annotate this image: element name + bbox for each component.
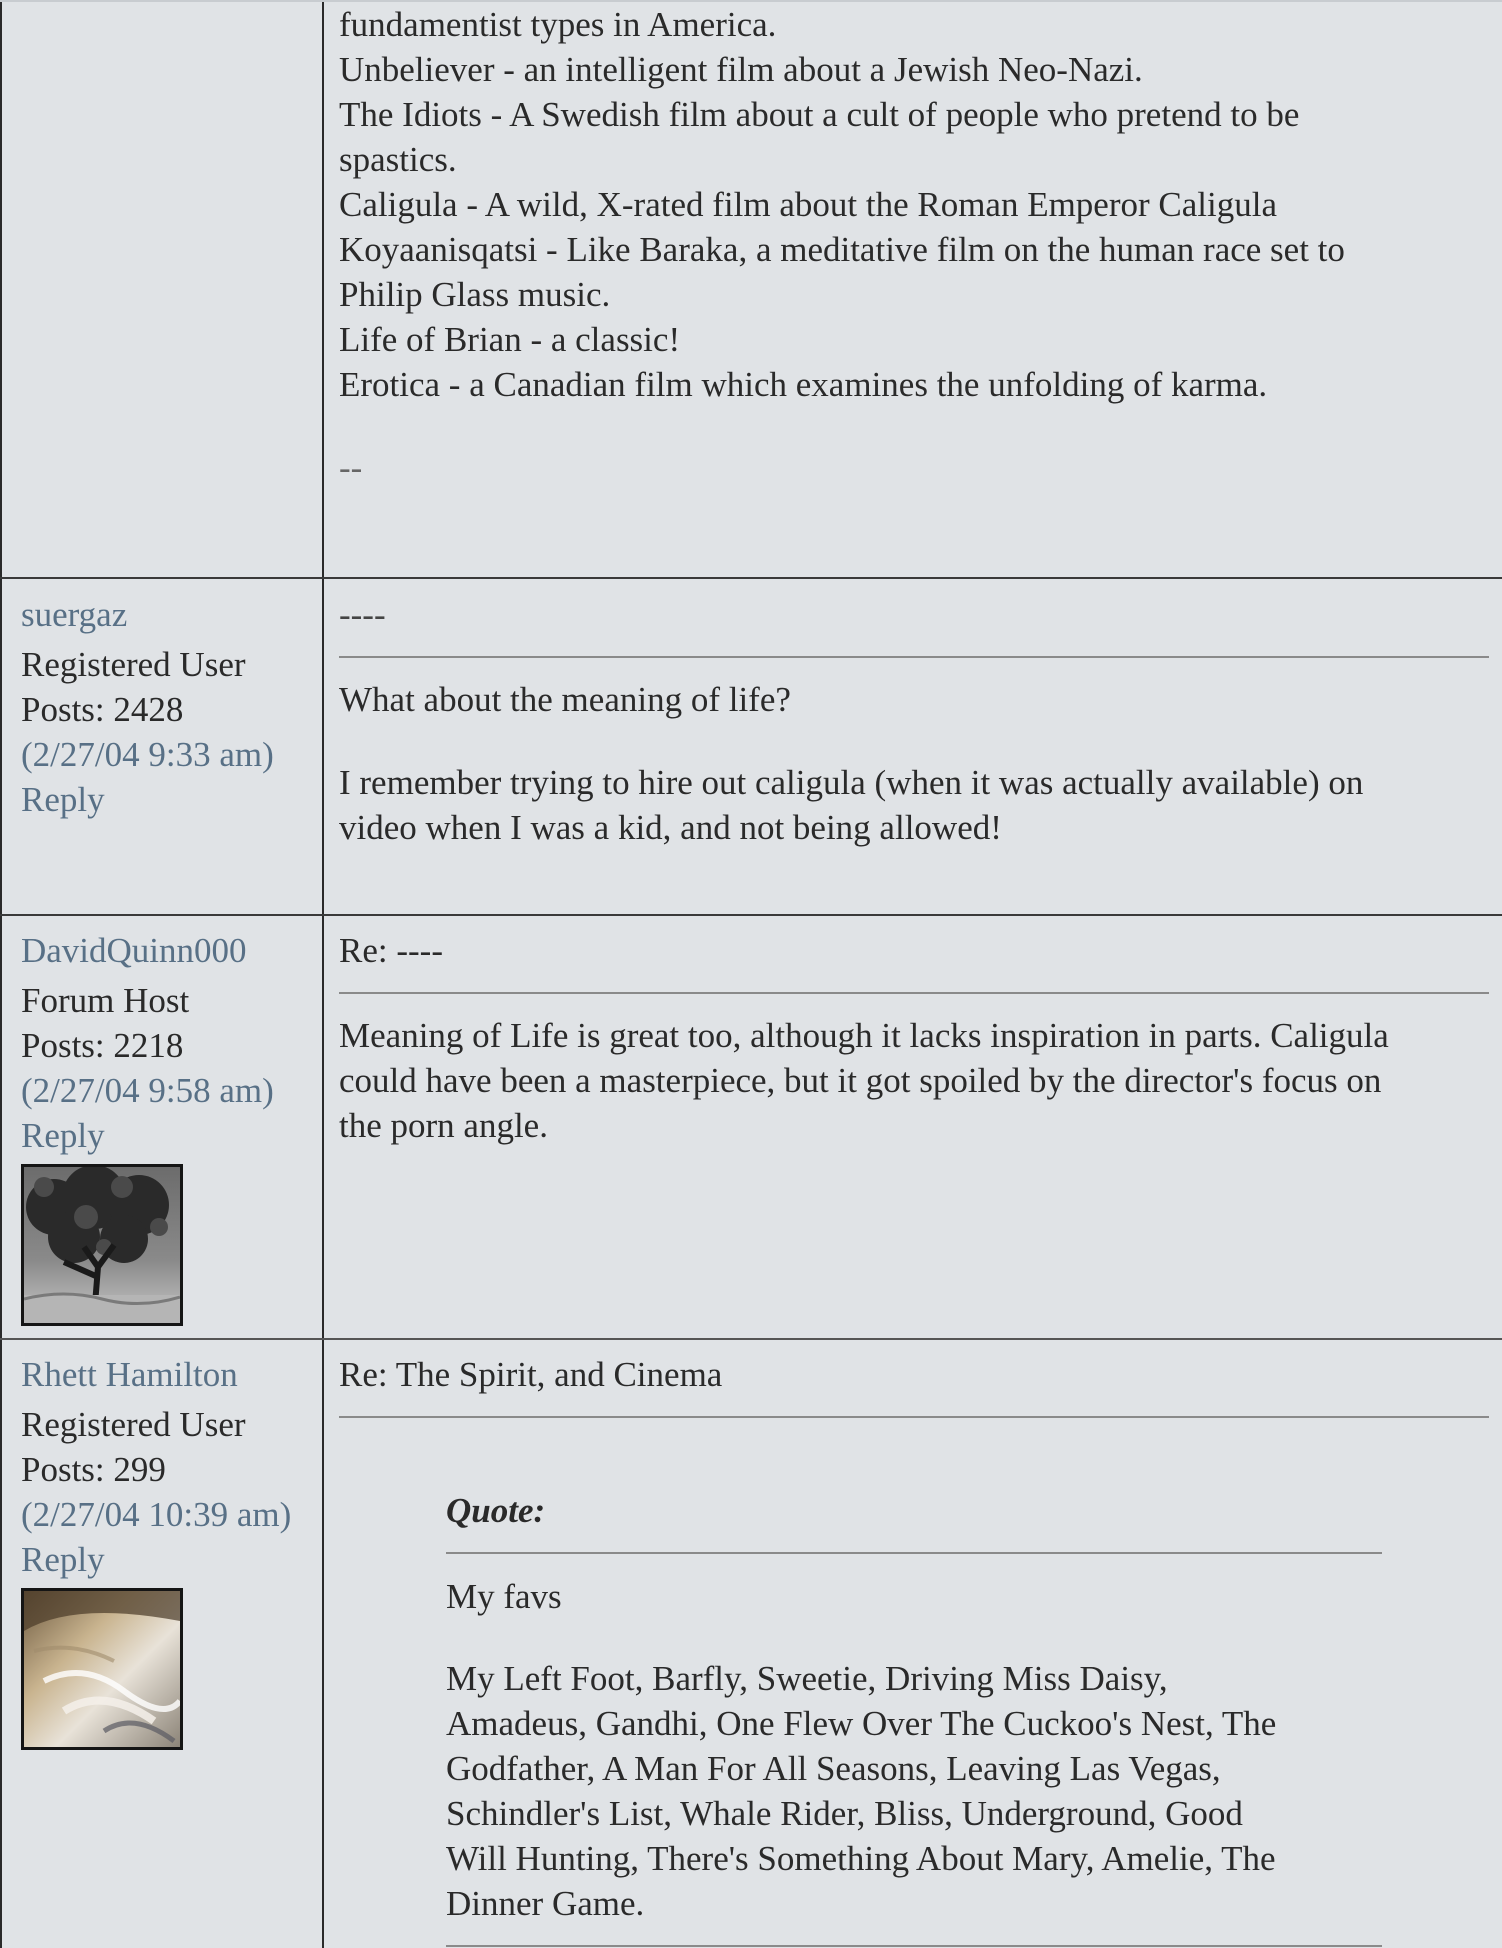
- post-subject: Re: The Spirit, and Cinema: [339, 1355, 723, 1394]
- user-role: Forum Host: [21, 981, 190, 1020]
- quote-block: Quote:: [446, 1488, 1382, 1533]
- username-link[interactable]: suergaz: [21, 592, 321, 637]
- user-avatar: [21, 1588, 183, 1750]
- user-role: Registered User: [21, 645, 246, 684]
- quote-line: Will Hunting, There's Something About Ma…: [446, 1839, 1276, 1878]
- quote-line: Schindler's List, Whale Rider, Bliss, Un…: [446, 1794, 1243, 1833]
- quote-line: Godfather, A Man For All Seasons, Leavin…: [446, 1749, 1221, 1788]
- body-line: video when I was a kid, and not being al…: [339, 808, 1002, 847]
- post-content: ----: [339, 592, 1489, 637]
- body-line: spastics.: [339, 140, 457, 179]
- quote-line: My Left Foot, Barfly, Sweetie, Driving M…: [446, 1659, 1168, 1698]
- post-author-info: DavidQuinn000 Forum Host Posts: 2218 (2/…: [21, 928, 321, 1158]
- post-body: Meaning of Life is great too, although i…: [339, 1013, 1489, 1148]
- quote-paragraph: My favs: [446, 1577, 562, 1616]
- column-divider-left-edge: [0, 0, 2, 1948]
- post-author-info: suergaz Registered User Posts: 2428 (2/2…: [21, 592, 321, 822]
- quote-line: Dinner Game.: [446, 1884, 645, 1923]
- body-paragraph: What about the meaning of life?: [339, 680, 791, 719]
- body-line: I remember trying to hire out caligula (…: [339, 763, 1364, 802]
- body-line: fundamentist types in America.: [339, 5, 777, 44]
- abstract-avatar-image: [24, 1591, 180, 1747]
- quote-body: My favs My Left Foot, Barfly, Sweetie, D…: [446, 1574, 1382, 1926]
- body-line: Caligula - A wild, X-rated film about th…: [339, 185, 1277, 224]
- subject-rule: [339, 992, 1489, 994]
- post-body: fundamentist types in America. Unbelieve…: [339, 2, 1489, 490]
- post-content: Re: ----: [339, 928, 1489, 973]
- post-author-info: Rhett Hamilton Registered User Posts: 29…: [21, 1352, 321, 1582]
- timestamp-link[interactable]: (2/27/04 10:39 am): [21, 1492, 321, 1537]
- signature: --: [339, 448, 363, 487]
- tree-avatar-image: [24, 1167, 180, 1323]
- user-avatar: [21, 1164, 183, 1326]
- body-line: Erotica - a Canadian film which examines…: [339, 365, 1268, 404]
- timestamp-link[interactable]: (2/27/04 9:58 am): [21, 1068, 321, 1113]
- reply-link[interactable]: Reply: [21, 1537, 321, 1582]
- post-subject: ----: [339, 595, 386, 634]
- body-line: Koyaanisqatsi - Like Baraka, a meditativ…: [339, 230, 1345, 269]
- quote-rule-top: [446, 1552, 1382, 1554]
- timestamp-link[interactable]: (2/27/04 9:33 am): [21, 732, 321, 777]
- reply-link[interactable]: Reply: [21, 777, 321, 822]
- quote-label: Quote:: [446, 1491, 546, 1530]
- body-line: Philip Glass music.: [339, 275, 611, 314]
- body-line: the porn angle.: [339, 1106, 548, 1145]
- body-line: Unbeliever - an intelligent film about a…: [339, 50, 1143, 89]
- post-subject: Re: ----: [339, 931, 443, 970]
- quote-line: Amadeus, Gandhi, One Flew Over The Cucko…: [446, 1704, 1277, 1743]
- subject-rule: [339, 656, 1489, 658]
- forum-thread: fundamentist types in America. Unbelieve…: [0, 0, 1502, 1948]
- post-content: Re: The Spirit, and Cinema: [339, 1352, 1489, 1397]
- post-divider: [0, 914, 1502, 916]
- body-line: Life of Brian - a classic!: [339, 320, 681, 359]
- subject-rule: [339, 1416, 1489, 1418]
- post-body: What about the meaning of life? I rememb…: [339, 677, 1489, 850]
- post-divider: [0, 1338, 1502, 1340]
- post-count: Posts: 299: [21, 1450, 166, 1489]
- post-count: Posts: 2218: [21, 1026, 184, 1065]
- column-divider: [322, 0, 324, 1948]
- quote-rule-bottom: [446, 1945, 1382, 1947]
- post-divider: [0, 577, 1502, 579]
- body-line: The Idiots - A Swedish film about a cult…: [339, 95, 1300, 134]
- body-line: could have been a masterpiece, but it go…: [339, 1061, 1382, 1100]
- username-link[interactable]: DavidQuinn000: [21, 928, 321, 973]
- body-line: Meaning of Life is great too, although i…: [339, 1016, 1389, 1055]
- reply-link[interactable]: Reply: [21, 1113, 321, 1158]
- username-link[interactable]: Rhett Hamilton: [21, 1352, 321, 1397]
- post-count: Posts: 2428: [21, 690, 184, 729]
- user-role: Registered User: [21, 1405, 246, 1444]
